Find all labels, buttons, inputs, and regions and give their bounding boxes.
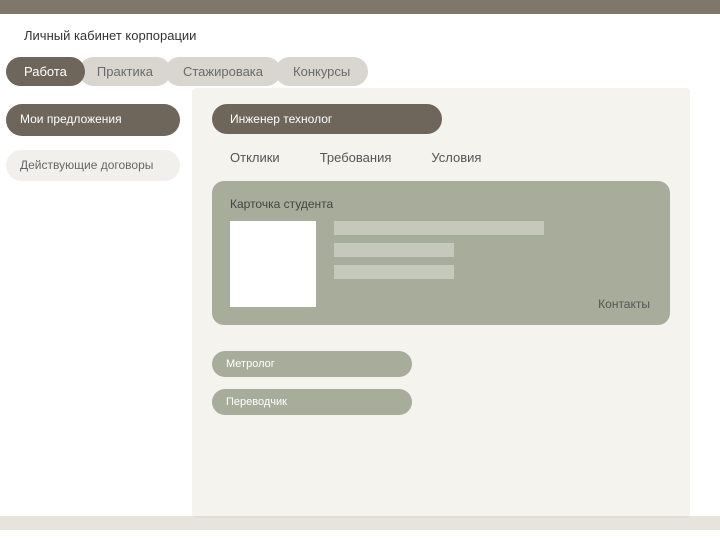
student-card-title: Карточка студента xyxy=(230,197,652,211)
main-area: Мои предложения Действующие договоры Инж… xyxy=(0,86,720,518)
info-line-placeholder xyxy=(334,221,544,235)
top-strip xyxy=(0,0,720,14)
subtab-responses[interactable]: Отклики xyxy=(230,150,280,165)
content-panel: Инженер технолог Отклики Требования Усло… xyxy=(192,88,690,518)
bottom-strip xyxy=(0,516,720,530)
student-card: Карточка студента Контакты xyxy=(212,181,670,325)
info-line-placeholder xyxy=(334,265,454,279)
info-line-placeholder xyxy=(334,243,454,257)
main-nav: Работа Практика Стажировака Конкурсы xyxy=(0,57,720,86)
student-card-body xyxy=(230,221,652,307)
sidebar: Мои предложения Действующие договоры xyxy=(0,86,192,518)
contacts-link[interactable]: Контакты xyxy=(598,297,650,311)
sidebar-item-active-contracts[interactable]: Действующие договоры xyxy=(6,150,180,182)
nav-tab-work[interactable]: Работа xyxy=(6,57,85,86)
collapsed-job-translator[interactable]: Переводчик xyxy=(212,389,412,415)
page-title: Личный кабинет корпорации xyxy=(0,14,720,57)
nav-tab-contests[interactable]: Конкурсы xyxy=(275,57,368,86)
job-title-pill[interactable]: Инженер технолог xyxy=(212,104,442,134)
nav-tab-internship[interactable]: Стажировака xyxy=(165,57,281,86)
collapsed-job-metrolog[interactable]: Метролог xyxy=(212,351,412,377)
subtab-requirements[interactable]: Требования xyxy=(320,150,392,165)
sidebar-item-my-offers[interactable]: Мои предложения xyxy=(6,104,180,136)
nav-tab-practice[interactable]: Практика xyxy=(79,57,171,86)
avatar-placeholder xyxy=(230,221,316,307)
subtab-conditions[interactable]: Условия xyxy=(431,150,481,165)
subtabs: Отклики Требования Условия xyxy=(212,146,670,181)
student-info-lines xyxy=(334,221,652,287)
